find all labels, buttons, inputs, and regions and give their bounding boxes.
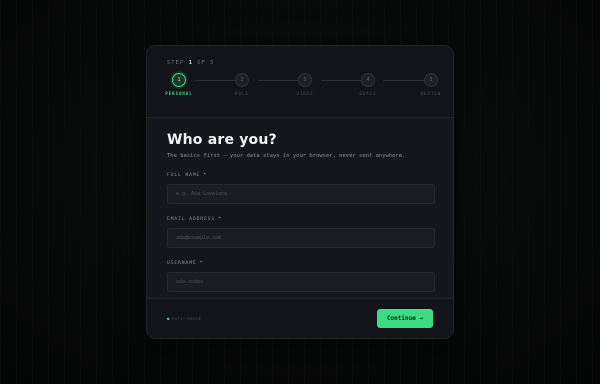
step-prefix: STEP xyxy=(167,60,185,66)
step-dot: 4 xyxy=(361,73,375,87)
page-title: Who are you? xyxy=(167,132,277,148)
field-label-text: EMAIL ADDRESS xyxy=(167,217,216,222)
full-name-field: FULL NAME * xyxy=(167,173,435,204)
stepper: 1 PERSONAL 2 ROLE 3 VIBES 4 GOALS 5 REVI… xyxy=(165,73,440,103)
step-label: REVIEW xyxy=(420,91,442,96)
status-dot-icon: ● xyxy=(167,316,170,321)
step-personal[interactable]: 1 PERSONAL xyxy=(159,73,199,96)
current-step: 1 xyxy=(188,60,193,66)
email-field: EMAIL ADDRESS * xyxy=(167,217,435,248)
step-dot: 1 xyxy=(172,73,186,87)
email-input[interactable] xyxy=(167,228,435,248)
autosave-text: Auto-saved xyxy=(171,316,202,321)
field-label-text: USERNAME xyxy=(167,261,197,266)
step-label: PERSONAL xyxy=(165,91,193,96)
form-body: Who are you? The basics first — your dat… xyxy=(147,118,453,292)
full-name-input[interactable] xyxy=(167,184,435,204)
step-dot: 5 xyxy=(424,73,438,87)
field-label: USERNAME * xyxy=(167,261,433,266)
username-field: USERNAME * xyxy=(167,261,435,292)
step-indicator: STEP 1 OF 5 xyxy=(167,60,214,66)
field-label-text: FULL NAME xyxy=(167,173,201,178)
onboarding-card: STEP 1 OF 5 1 PERSONAL 2 ROLE 3 VIBES 4 xyxy=(146,45,454,339)
required-mark: * xyxy=(218,217,222,222)
step-total: OF 5 xyxy=(197,60,215,66)
required-mark: * xyxy=(203,173,208,178)
field-label: FULL NAME * xyxy=(167,173,433,178)
step-dot: 2 xyxy=(235,73,249,87)
field-label: EMAIL ADDRESS * xyxy=(167,217,433,222)
step-label: VIBES xyxy=(296,91,314,96)
step-label: GOALS xyxy=(359,91,377,96)
step-role[interactable]: 2 ROLE xyxy=(222,73,262,96)
autosave-status: ● Auto-saved xyxy=(167,316,201,321)
step-dot: 3 xyxy=(298,73,312,87)
form-footer: ● Auto-saved Continue → xyxy=(147,298,453,338)
continue-button[interactable]: Continue → xyxy=(377,309,433,328)
step-vibes[interactable]: 3 VIBES xyxy=(285,73,325,96)
username-input[interactable] xyxy=(167,272,435,292)
progress-header: STEP 1 OF 5 1 PERSONAL 2 ROLE 3 VIBES 4 xyxy=(147,46,453,118)
page-subtitle: The basics first — your data stays in yo… xyxy=(167,153,406,159)
step-goals[interactable]: 4 GOALS xyxy=(348,73,388,96)
step-label: ROLE xyxy=(235,91,249,96)
required-mark: * xyxy=(199,261,204,266)
step-review[interactable]: 5 REVIEW xyxy=(411,73,451,96)
